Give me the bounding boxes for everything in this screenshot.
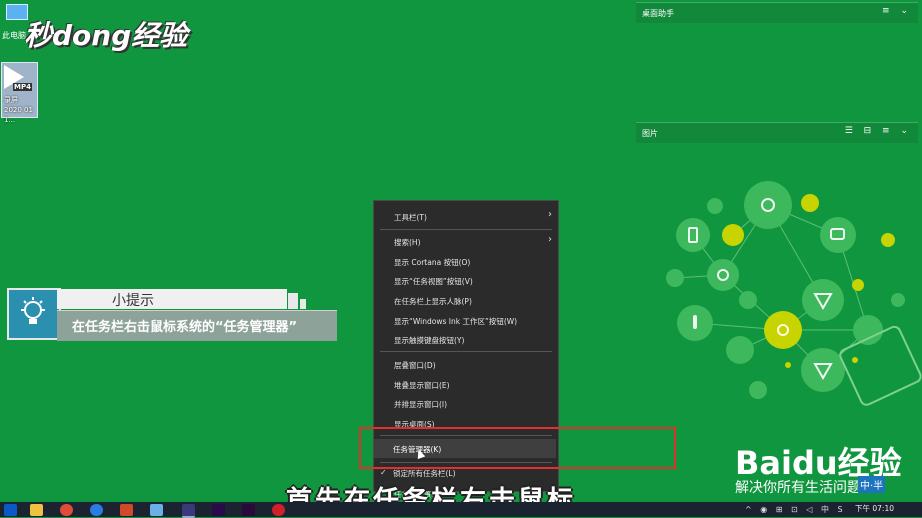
video-file-icon[interactable]: MP4 录屏 2020 01 1... <box>1 62 38 124</box>
this-pc-label: 此电脑 <box>2 31 26 40</box>
check-icon: ✓ <box>380 468 387 477</box>
pictures-panel[interactable]: 图片 ☰ ⊟ ≡ ⌄ <box>636 122 918 143</box>
desktop-assistant-panel[interactable]: 桌面助手 ≡ ⌄ <box>636 2 918 23</box>
menu-separator <box>380 351 552 352</box>
system-tray[interactable]: ^ ◉ ⊞ ⊡ ◁ 中 S <box>745 504 846 515</box>
video-file-name: 录屏 2020 01 1... <box>4 95 37 125</box>
menu-separator <box>380 229 552 230</box>
tip-decoration <box>300 299 306 309</box>
watermark-logo: 秒dong经验 <box>24 19 188 52</box>
video-file-name-line2: 2020 01 1... <box>4 106 33 124</box>
menu-item-windows-ink[interactable]: 显示“Windows Ink 工作区”按钮(W) <box>394 316 517 327</box>
menu-item-lock-taskbar[interactable]: 锁定所有任务栏(L) <box>393 468 456 479</box>
menu-item-people[interactable]: 在任务栏上显示人脉(P) <box>394 296 472 307</box>
tip-text: 在任务栏右击鼠标系统的“任务管理器” <box>72 320 298 335</box>
chrome-icon[interactable] <box>60 504 73 516</box>
lightbulb-icon <box>7 288 61 340</box>
panel-title: 桌面助手 <box>642 9 674 18</box>
tip-title: 小提示 <box>112 293 154 309</box>
chevron-right-icon: › <box>548 234 552 245</box>
file-explorer-icon[interactable] <box>30 504 43 516</box>
decorative-illustration <box>666 181 922 406</box>
mp4-badge: MP4 <box>13 83 32 91</box>
panel-menu-icon[interactable]: ☰ ⊟ ≡ ⌄ <box>845 126 912 136</box>
premiere-icon[interactable] <box>242 504 255 516</box>
menu-item-search[interactable]: 搜索(H) <box>394 237 421 248</box>
highlight-box <box>359 427 676 469</box>
chevron-right-icon: › <box>548 209 552 220</box>
tip-title-bar <box>57 289 287 309</box>
browser-icon[interactable] <box>90 504 103 516</box>
menu-item-cascade[interactable]: 层叠窗口(D) <box>394 360 436 371</box>
ime-indicator[interactable]: 中·半 <box>858 476 886 493</box>
menu-item-task-view[interactable]: 显示“任务视图”按钮(V) <box>394 276 473 287</box>
office-icon[interactable] <box>120 504 133 516</box>
menu-item-touch-keyboard[interactable]: 显示触摸键盘按钮(Y) <box>394 335 464 346</box>
start-icon[interactable] <box>4 504 17 516</box>
menu-item-stack[interactable]: 堆叠显示窗口(E) <box>394 380 450 391</box>
app-icon[interactable] <box>150 504 163 516</box>
video-file-name-line1: 录屏 <box>4 96 18 104</box>
netease-music-icon[interactable] <box>272 504 285 516</box>
baidu-slogan: 解决你所有生活问题 <box>735 480 861 496</box>
menu-item-side-by-side[interactable]: 并排显示窗口(I) <box>394 399 447 410</box>
tip-decoration <box>288 293 298 309</box>
active-app-icon[interactable] <box>182 504 195 518</box>
after-effects-icon[interactable] <box>212 504 225 516</box>
menu-item-cortana[interactable]: 显示 Cortana 按钮(O) <box>394 257 470 268</box>
panel-title: 图片 <box>642 129 658 138</box>
menu-item-toolbars[interactable]: 工具栏(T) <box>394 212 427 223</box>
panel-menu-icon[interactable]: ≡ ⌄ <box>882 6 912 16</box>
clock[interactable]: 下午 07:10 <box>855 503 894 514</box>
